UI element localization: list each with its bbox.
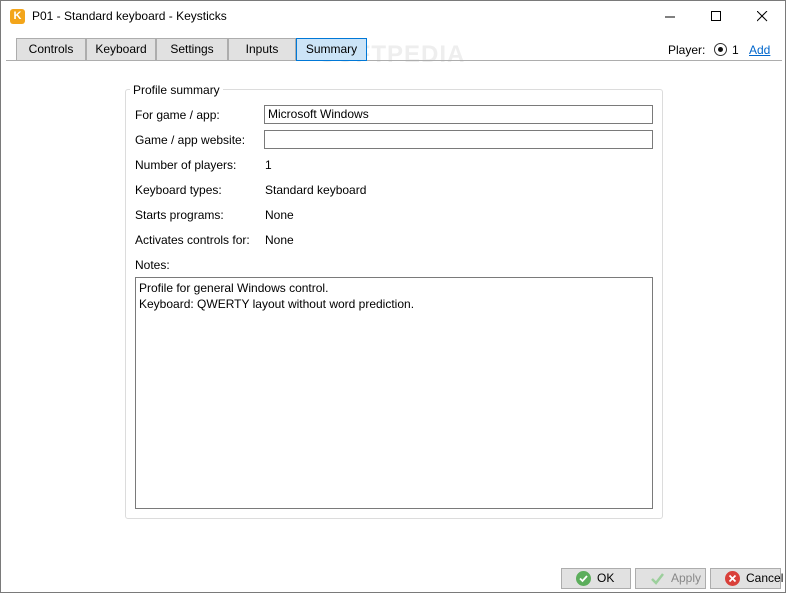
tab-bar: Controls Keyboard Settings Inputs Summar… xyxy=(6,38,782,61)
ok-button[interactable]: OK xyxy=(561,568,631,589)
notes-line: Profile for general Windows control. xyxy=(139,281,329,295)
player-label: Player: xyxy=(668,43,706,57)
game-app-label: For game / app: xyxy=(135,108,220,122)
website-field[interactable] xyxy=(264,130,653,149)
tab-summary[interactable]: Summary xyxy=(296,38,367,61)
maximize-button[interactable] xyxy=(693,1,739,31)
cancel-button[interactable]: Cancel xyxy=(710,568,784,589)
player-radio[interactable] xyxy=(714,43,727,56)
tab-settings[interactable]: Settings xyxy=(156,38,228,61)
title-bar[interactable]: K P01 - Standard keyboard - Keysticks xyxy=(1,1,785,32)
check-circle-icon xyxy=(576,571,591,586)
app-logo-letter: K xyxy=(13,10,22,22)
x-circle-icon xyxy=(725,571,740,586)
cancel-label: Cancel xyxy=(746,571,784,585)
add-player-link[interactable]: Add xyxy=(749,43,770,57)
tab-controls[interactable]: Controls xyxy=(16,38,86,61)
minimize-icon xyxy=(665,16,675,18)
players-label: Number of players: xyxy=(135,158,237,172)
apply-button[interactable]: Apply xyxy=(635,568,706,589)
check-icon xyxy=(650,571,665,586)
notes-label: Notes: xyxy=(135,258,170,272)
game-app-field[interactable]: Microsoft Windows xyxy=(264,105,653,124)
website-label: Game / app website: xyxy=(135,133,246,147)
activates-label: Activates controls for: xyxy=(135,233,250,247)
keyboard-types-label: Keyboard types: xyxy=(135,183,222,197)
tab-keyboard[interactable]: Keyboard xyxy=(86,38,156,61)
starts-programs-value: None xyxy=(265,208,294,222)
maximize-icon xyxy=(711,11,721,21)
keyboard-types-value: Standard keyboard xyxy=(265,183,367,197)
apply-label: Apply xyxy=(671,571,702,585)
activates-value: None xyxy=(265,233,294,247)
notes-line: Keyboard: QWERTY layout without word pre… xyxy=(139,297,415,311)
ok-label: OK xyxy=(597,571,615,585)
close-icon xyxy=(757,11,768,22)
notes-textarea[interactable]: Profile for general Windows control. Key… xyxy=(135,277,653,509)
window-title: P01 - Standard keyboard - Keysticks xyxy=(32,9,227,23)
starts-programs-label: Starts programs: xyxy=(135,208,224,222)
profile-summary-title: Profile summary xyxy=(130,83,223,97)
keysticks-window: K P01 - Standard keyboard - Keysticks SO… xyxy=(0,0,786,593)
players-value: 1 xyxy=(265,158,272,172)
player-number[interactable]: 1 xyxy=(732,43,739,57)
minimize-button[interactable] xyxy=(647,1,693,31)
tab-inputs[interactable]: Inputs xyxy=(228,38,296,61)
app-logo-icon: K xyxy=(10,9,25,24)
close-button[interactable] xyxy=(739,1,785,31)
